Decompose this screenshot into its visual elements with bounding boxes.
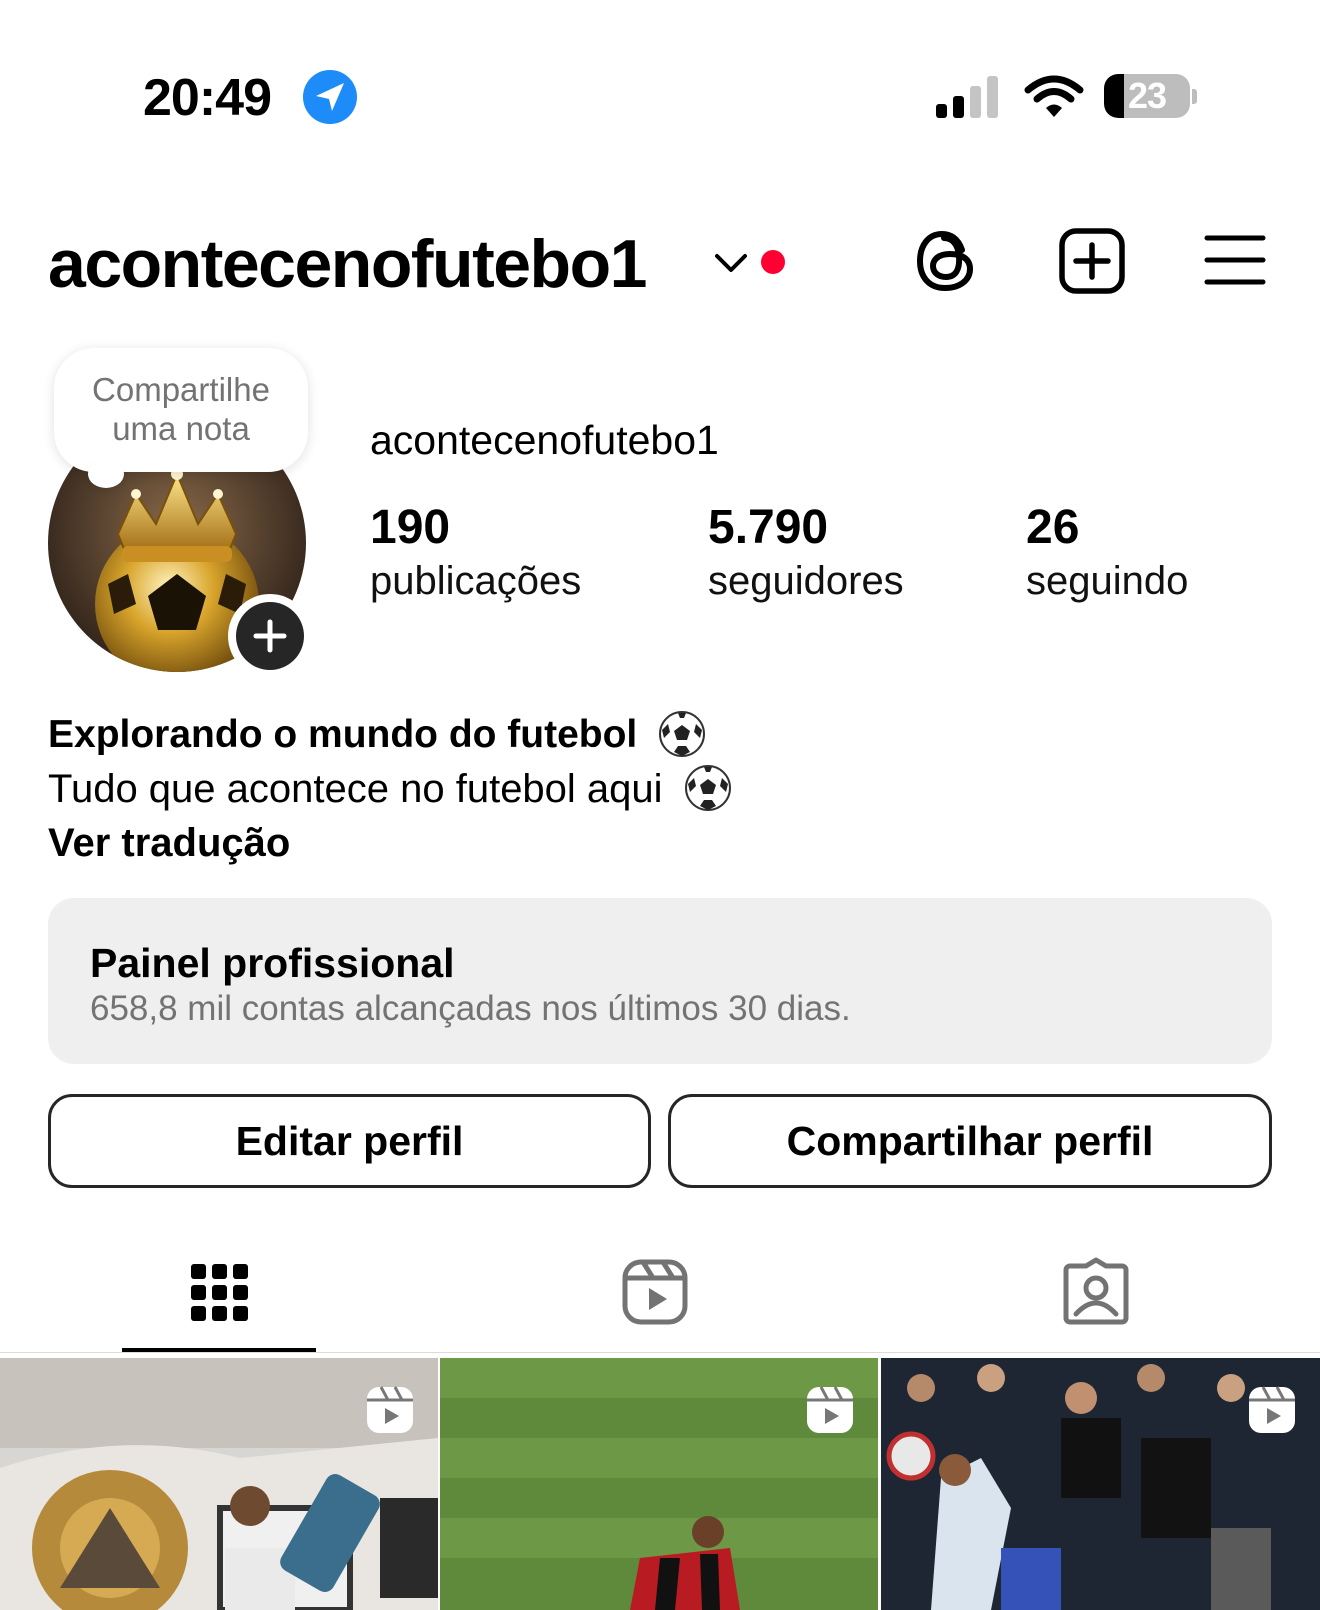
plus-icon	[253, 619, 287, 653]
note-line-1: Compartilhe	[92, 371, 270, 408]
dashboard-subtitle: 658,8 mil contas alcançadas nos últimos …	[90, 989, 851, 1028]
post-tile[interactable]	[440, 1358, 878, 1610]
professional-dashboard[interactable]: Painel profissional 658,8 mil contas alc…	[48, 898, 1272, 1064]
share-profile-button[interactable]: Compartilhar perfil	[668, 1094, 1272, 1188]
reels-badge-icon	[1249, 1386, 1295, 1433]
dashboard-title: Painel profissional	[90, 940, 455, 986]
stat-following-label: seguindo	[1026, 559, 1189, 603]
stat-followers-count: 5.790	[708, 501, 829, 554]
chevron-down-icon[interactable]	[713, 248, 749, 276]
reels-badge-icon	[367, 1386, 413, 1433]
bio-text-content: Tudo que acontece no futebol aqui	[48, 767, 663, 811]
divider	[0, 1352, 1320, 1353]
soccer-ball-icon	[684, 765, 731, 812]
account-switcher-username[interactable]: acontecenofutebo1	[48, 224, 647, 304]
menu-icon[interactable]	[1204, 232, 1266, 288]
edit-profile-button[interactable]: Editar perfil	[48, 1094, 651, 1188]
battery-level: 23	[1127, 75, 1167, 116]
stat-followers-label: seguidores	[708, 559, 904, 603]
tagged-icon[interactable]	[1060, 1256, 1132, 1328]
threads-icon[interactable]	[914, 226, 980, 296]
add-story-button[interactable]	[228, 594, 312, 678]
status-time: 20:49	[143, 69, 272, 127]
stat-posts-count: 190	[370, 501, 451, 554]
notification-dot	[761, 250, 785, 274]
reels-icon[interactable]	[619, 1256, 691, 1328]
post-tile[interactable]	[0, 1358, 438, 1610]
bio-title: Explorando o mundo do futebol	[48, 710, 706, 760]
stat-following-count: 26	[1026, 501, 1080, 554]
wifi-icon	[1024, 75, 1084, 117]
grid-icon[interactable]	[183, 1256, 255, 1328]
see-translation-link[interactable]: Ver tradução	[48, 818, 290, 868]
share-note-bubble[interactable]: Compartilhe uma nota	[54, 348, 308, 472]
stat-following[interactable]: 26 seguindo	[1026, 500, 1188, 606]
note-tail	[88, 460, 124, 488]
location-arrow-icon	[303, 70, 357, 124]
create-plus-icon[interactable]	[1058, 227, 1126, 295]
note-line-2: uma nota	[112, 410, 250, 447]
bio-title-text: Explorando o mundo do futebol	[48, 713, 638, 756]
soccer-ball-icon	[659, 710, 706, 757]
reels-badge-icon	[807, 1386, 853, 1433]
stat-followers[interactable]: 5.790 seguidores	[708, 500, 904, 606]
cellular-signal-icon	[936, 76, 998, 118]
bio-text: Tudo que acontece no futebol aqui	[48, 764, 732, 814]
battery-icon: 23	[1104, 74, 1197, 118]
stat-posts-label: publicações	[370, 559, 582, 603]
profile-name: acontecenofutebo1	[370, 417, 719, 463]
post-tile[interactable]	[881, 1358, 1320, 1610]
stat-posts[interactable]: 190 publicações	[370, 500, 581, 606]
